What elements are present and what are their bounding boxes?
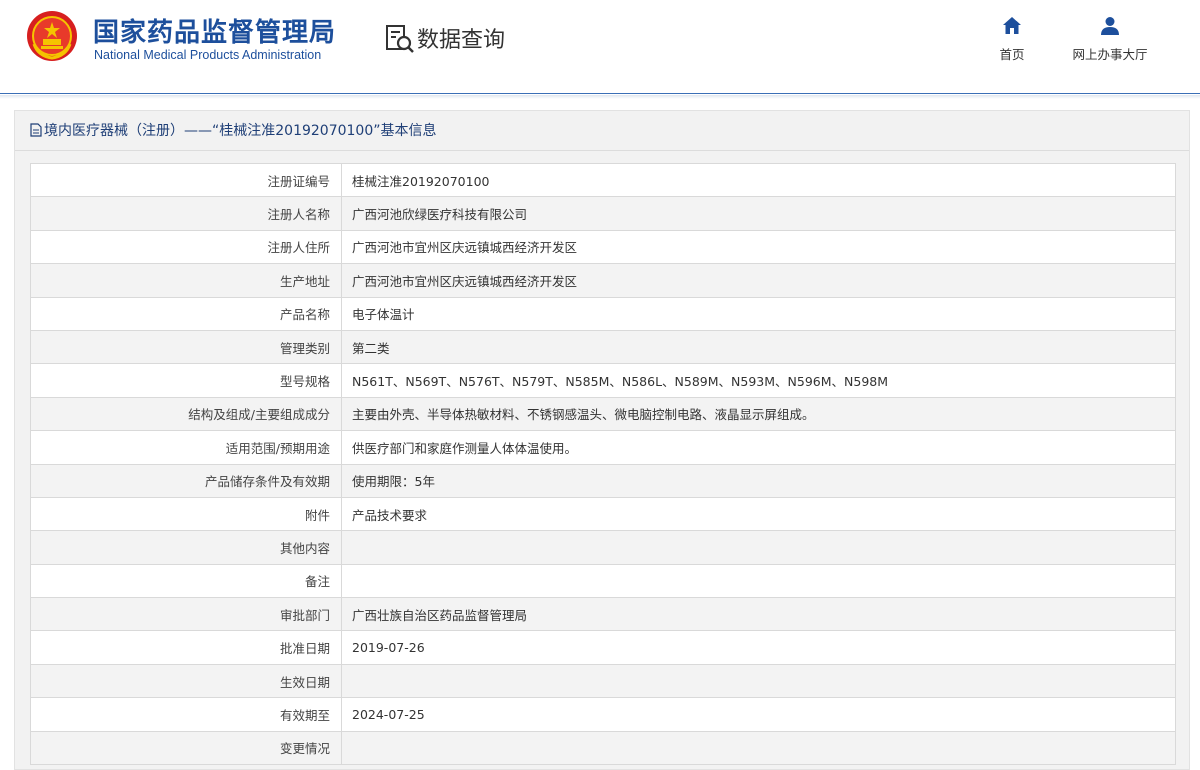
row-value: 广西壮族自治区药品监督管理局: [341, 597, 1176, 632]
query-title: 数据查询: [417, 28, 506, 53]
table-row: 管理类别 第二类: [30, 329, 1176, 365]
table-row: 结构及组成/主要组成成分 主要由外壳、半导体热敏材料、不锈钢感温头、微电脑控制电路…: [30, 396, 1176, 432]
row-label: 注册人住所: [30, 229, 342, 265]
panel-title-bar: 境内医疗器械（注册）——“桂械注准20192070100”基本信息: [15, 111, 1189, 151]
table-row: 注册证编号 桂械注准20192070100: [30, 162, 1176, 198]
row-value: 使用期限：5年: [341, 463, 1176, 498]
user-icon: [1101, 17, 1119, 35]
detail-panel: 境内医疗器械（注册）——“桂械注准20192070100”基本信息 注册证编号桂…: [14, 110, 1190, 770]
table-row: 产品名称 电子体温计: [30, 296, 1176, 331]
row-value: 电子体温计: [341, 296, 1176, 331]
table-row: 注册人住所 广西河池市宜州区庆远镇城西经济开发区: [30, 229, 1176, 265]
row-label: 备注: [30, 563, 342, 599]
nav-home-label: 首页: [999, 47, 1025, 62]
row-value: N561T、N569T、N576T、N579T、N585M、N586L、N589…: [341, 363, 1176, 398]
row-value: 2019-07-26: [341, 630, 1176, 665]
table-row: 其他内容: [30, 530, 1176, 565]
nav-hall-label: 网上办事大厅: [1072, 47, 1148, 62]
row-value: 广西河池市宜州区庆远镇城西经济开发区: [341, 229, 1176, 265]
row-value: [341, 730, 1176, 766]
site-header: 国家药品监督管理局 National Medical Products Admi…: [0, 0, 1200, 94]
row-label: 注册人名称: [30, 196, 342, 231]
panel-title: 境内医疗器械（注册）——“桂械注准20192070100”基本信息: [44, 123, 437, 139]
table-row: 批准日期 2019-07-26: [30, 630, 1176, 665]
search-document-icon: [386, 25, 414, 53]
row-label: 管理类别: [30, 329, 342, 365]
row-label: 产品储存条件及有效期: [30, 463, 342, 498]
table-row: 型号规格 N561T、N569T、N576T、N579T、N585M、N586L、…: [30, 363, 1176, 398]
table-row: 注册人名称 广西河池欣绿医疗科技有限公司: [30, 196, 1176, 231]
header-shadow: [0, 95, 1200, 99]
row-label: 审批部门: [30, 597, 342, 632]
row-label: 生效日期: [30, 663, 342, 699]
row-value: [341, 563, 1176, 599]
table-row: 变更情况: [30, 730, 1176, 766]
table-row: 生产地址 广西河池市宜州区庆远镇城西经济开发区: [30, 263, 1176, 298]
table-row: 有效期至 2024-07-25: [30, 697, 1176, 732]
row-label: 附件: [30, 496, 342, 532]
row-label: 有效期至: [30, 697, 342, 732]
row-label: 结构及组成/主要组成成分: [30, 396, 342, 432]
nav-home[interactable]: 首页: [990, 16, 1034, 63]
table-row: 附件 产品技术要求: [30, 496, 1176, 532]
table-row: 产品储存条件及有效期 使用期限：5年: [30, 463, 1176, 498]
document-icon: [30, 123, 42, 137]
site-title-cn: 国家药品监督管理局: [93, 18, 337, 48]
table-row: 审批部门 广西壮族自治区药品监督管理局: [30, 597, 1176, 632]
nav-online-hall[interactable]: 网上办事大厅: [1060, 16, 1160, 63]
row-label: 适用范围/预期用途: [30, 430, 342, 465]
table-row: 适用范围/预期用途 供医疗部门和家庭作测量人体体温使用。: [30, 430, 1176, 465]
row-value: 主要由外壳、半导体热敏材料、不锈钢感温头、微电脑控制电路、液晶显示屏组成。: [341, 396, 1176, 432]
row-value: [341, 663, 1176, 699]
row-value: 广西河池市宜州区庆远镇城西经济开发区: [341, 263, 1176, 298]
row-label: 型号规格: [30, 363, 342, 398]
row-label: 批准日期: [30, 630, 342, 665]
row-label: 产品名称: [30, 296, 342, 331]
row-value: 2024-07-25: [341, 697, 1176, 732]
row-value: 第二类: [341, 329, 1176, 365]
row-label: 其他内容: [30, 530, 342, 565]
table-row: 生效日期: [30, 663, 1176, 699]
row-label: 变更情况: [30, 730, 342, 766]
info-table: 注册证编号 桂械注准20192070100 注册人名称 广西河池欣绿医疗科技有限公司…: [30, 162, 1176, 766]
national-emblem-logo[interactable]: [26, 10, 78, 62]
row-value: 产品技术要求: [341, 496, 1176, 532]
site-title-en: National Medical Products Administration: [94, 48, 322, 62]
row-label: 生产地址: [30, 263, 342, 298]
row-value: [341, 530, 1176, 565]
row-value: 桂械注准20192070100: [341, 162, 1176, 198]
row-value: 供医疗部门和家庭作测量人体体温使用。: [341, 430, 1176, 465]
home-icon: [1003, 17, 1021, 34]
row-value: 广西河池欣绿医疗科技有限公司: [341, 196, 1176, 231]
row-label: 注册证编号: [30, 162, 342, 198]
table-row: 备注: [30, 563, 1176, 599]
